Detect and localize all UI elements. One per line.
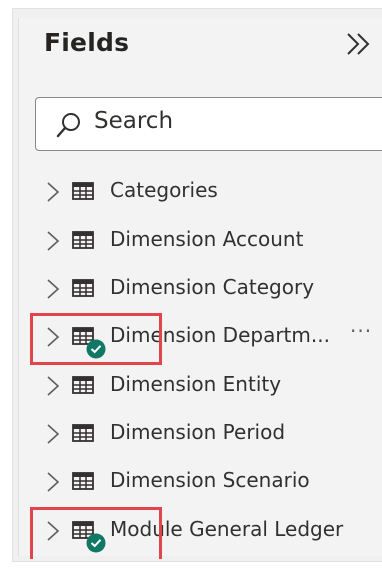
chevron-right-icon[interactable]: [46, 278, 60, 300]
table-icon: [72, 279, 94, 297]
search-icon: [56, 113, 80, 138]
search-box[interactable]: [35, 97, 382, 151]
field-item-dimension-category[interactable]: Dimension Category: [38, 265, 382, 311]
field-label: Dimension Period: [110, 420, 286, 444]
collapse-pane-button[interactable]: [344, 30, 372, 58]
chevron-right-icon[interactable]: [46, 471, 60, 493]
field-label: Module General Ledger: [110, 517, 344, 541]
field-item-dimension-scenario[interactable]: Dimension Scenario: [38, 458, 382, 504]
table-icon: [72, 376, 94, 394]
chevron-right-icon[interactable]: [46, 520, 60, 542]
field-item-dimension-account[interactable]: Dimension Account: [38, 217, 382, 263]
field-item-dimension-department[interactable]: Dimension Departm... ···: [38, 313, 382, 359]
check-circle-icon: [86, 339, 106, 359]
chevron-right-icon[interactable]: [46, 181, 60, 203]
field-label: Categories: [110, 178, 218, 202]
field-item-categories[interactable]: Categories: [38, 168, 382, 214]
field-label: Dimension Scenario: [110, 468, 310, 492]
table-icon: [72, 231, 94, 249]
double-chevron-right-icon: [347, 33, 370, 55]
field-label: Dimension Entity: [110, 372, 282, 396]
field-label: Dimension Category: [110, 275, 315, 299]
chevron-right-icon[interactable]: [46, 230, 60, 252]
check-circle-icon: [86, 533, 106, 553]
table-icon: [72, 424, 94, 442]
field-item-dimension-period[interactable]: Dimension Period: [38, 410, 382, 456]
field-item-dimension-entity[interactable]: Dimension Entity: [38, 362, 382, 408]
pane-title: Fields: [44, 28, 130, 57]
table-icon: [72, 182, 94, 200]
chevron-right-icon[interactable]: [46, 375, 60, 397]
table-icon: [72, 472, 94, 490]
chevron-right-icon[interactable]: [46, 326, 60, 348]
field-label: Dimension Account: [110, 227, 304, 251]
search-input[interactable]: [94, 108, 374, 134]
chevron-right-icon[interactable]: [46, 423, 60, 445]
field-label: Dimension Departm...: [110, 323, 330, 347]
more-options-button[interactable]: ···: [350, 319, 372, 343]
field-item-module-general-ledger[interactable]: Module General Ledger: [38, 507, 382, 553]
